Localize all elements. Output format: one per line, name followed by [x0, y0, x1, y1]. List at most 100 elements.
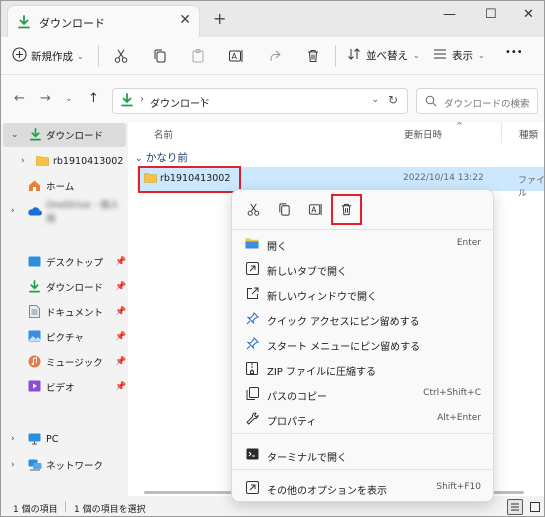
sidebar-item-label: ミュージック — [46, 358, 103, 369]
copy-icon[interactable] — [275, 200, 293, 218]
sidebar-item-desktop[interactable]: デスクトップ 📌 — [1, 250, 128, 274]
chevron-down-icon[interactable]: ⌄ — [371, 95, 379, 105]
picture-icon — [28, 330, 41, 345]
paste-icon[interactable] — [189, 47, 207, 65]
file-date: 2022/10/14 13:22 — [403, 173, 484, 183]
address-bar[interactable]: › ダウンロード › ⌄ ↻ — [112, 88, 408, 114]
menu-item-pin-start[interactable]: スタート メニューにピン留めする — [232, 331, 495, 356]
search-input[interactable]: ダウンロードの検索 — [416, 88, 538, 114]
plus-circle-icon — [12, 47, 27, 65]
zip-icon — [245, 361, 259, 375]
chevron-right-icon[interactable]: › — [11, 460, 15, 470]
pin-icon: 📌 — [115, 257, 127, 267]
context-menu: A 開く Enter 新しいタブで開く 新しいウィンドウで開く クイック アクセ… — [231, 189, 495, 502]
column-header-name[interactable]: 名前 — [154, 127, 173, 149]
pin-icon: 📌 — [115, 332, 127, 342]
minimize-button[interactable]: — — [443, 7, 456, 22]
chevron-right-icon[interactable]: › — [11, 206, 15, 216]
menu-divider — [232, 469, 495, 470]
column-divider[interactable] — [501, 123, 502, 143]
group-header[interactable]: ⌄ かなり前 — [135, 150, 188, 165]
view-button[interactable]: 表示 ⌄ — [433, 47, 485, 64]
cloud-icon — [27, 206, 42, 219]
more-options-button[interactable]: ••• — [505, 47, 523, 58]
selection-count: 1 個の項目を選択 — [74, 505, 146, 515]
new-tab-icon — [245, 261, 259, 275]
menu-item-open-new-window[interactable]: 新しいウィンドウで開く — [232, 281, 495, 306]
chevron-right-icon[interactable]: › — [21, 156, 25, 166]
share-icon[interactable] — [266, 47, 284, 65]
delete-icon[interactable] — [304, 47, 322, 65]
new-button[interactable]: 新規作成 ⌄ — [12, 47, 84, 65]
up-arrow-icon[interactable]: ↑ — [88, 91, 99, 106]
sidebar-item-home[interactable]: ホーム — [1, 174, 128, 198]
folder-icon — [36, 155, 49, 169]
sidebar-item-music[interactable]: ミュージック 📌 — [1, 350, 128, 374]
sidebar-item-rb1910413002[interactable]: › rb1910413002 — [1, 149, 128, 173]
sidebar-item-videos[interactable]: ビデオ 📌 — [1, 375, 128, 399]
tab-downloads[interactable]: ダウンロード ✕ — [7, 5, 200, 37]
pin-icon: 📌 — [115, 357, 127, 367]
copy-icon[interactable] — [151, 47, 169, 65]
sidebar-item-onedrive[interactable]: › OneDrive - 個人用 — [1, 199, 128, 225]
column-header-type[interactable]: 種類 — [519, 127, 538, 149]
menu-item-label: 新しいタブで開く — [267, 267, 347, 278]
menu-item-open[interactable]: 開く Enter — [232, 231, 495, 256]
tab-title: ダウンロード — [39, 17, 105, 30]
maximize-button[interactable]: ☐ — [485, 7, 497, 22]
menu-item-compress-zip[interactable]: ZIP ファイルに圧縮する — [232, 356, 495, 381]
menu-item-label: 開く — [267, 242, 287, 253]
menu-item-label: 新しいウィンドウで開く — [267, 292, 377, 303]
sidebar-item-documents[interactable]: ドキュメント 📌 — [1, 300, 128, 324]
sidebar-item-label: ダウンロード — [46, 283, 104, 294]
recent-locations-chevron-icon[interactable]: ⌄ — [65, 94, 73, 104]
menu-item-label: クイック アクセスにピン留めする — [267, 317, 420, 328]
sidebar-item-downloads[interactable]: ⌄ ダウンロード — [3, 123, 126, 147]
sidebar-item-network[interactable]: › ネットワーク — [1, 453, 128, 477]
sidebar-item-pc[interactable]: › PC — [1, 427, 128, 451]
chevron-right-icon[interactable]: › — [11, 434, 15, 444]
menu-item-open-new-tab[interactable]: 新しいタブで開く — [232, 256, 495, 281]
sidebar-item-label: OneDrive - 個人用 — [46, 200, 120, 225]
chevron-down-icon[interactable]: ⌄ — [11, 130, 19, 140]
new-window-icon — [245, 286, 259, 300]
back-arrow-icon[interactable]: ← — [14, 91, 25, 106]
item-count: 1 個の項目 — [13, 505, 58, 515]
new-tab-button[interactable]: + — [213, 9, 226, 28]
menu-item-copy-path[interactable]: パスのコピー Ctrl+Shift+C — [232, 381, 495, 406]
sidebar-item-label: PC — [46, 433, 59, 445]
chevron-down-icon: ⌄ — [135, 154, 143, 164]
menu-item-more-options[interactable]: その他のオプションを表示 Shift+F10 — [232, 475, 495, 500]
details-view-icon[interactable] — [507, 499, 523, 515]
menu-item-properties[interactable]: プロパティ Alt+Enter — [232, 406, 495, 431]
pc-icon — [28, 433, 41, 448]
navigation-bar: ← → ⌄ ↑ › ダウンロード › ⌄ ↻ ダウンロードの検索 — [1, 75, 544, 123]
sidebar-item-label: ビデオ — [46, 383, 75, 394]
svg-text:A: A — [232, 52, 238, 61]
pin-icon: 📌 — [115, 307, 127, 317]
menu-item-label: ターミナルで開く — [267, 453, 347, 464]
cut-icon[interactable] — [112, 47, 130, 65]
sort-button[interactable]: 並べ替え ⌄ — [347, 47, 420, 64]
highlight-box — [138, 166, 241, 193]
sidebar-item-pictures[interactable]: ピクチャ 📌 — [1, 325, 128, 349]
menu-item-pin-quick-access[interactable]: クイック アクセスにピン留めする — [232, 306, 495, 331]
terminal-icon — [245, 447, 259, 461]
column-header-date[interactable]: 更新日時 — [404, 127, 442, 149]
close-window-button[interactable]: ✕ — [523, 7, 534, 22]
breadcrumb-separator-icon[interactable]: › — [140, 94, 144, 105]
sidebar-item-downloads-pinned[interactable]: ダウンロード 📌 — [1, 275, 128, 299]
cut-icon[interactable] — [244, 200, 262, 218]
rename-icon[interactable]: A — [306, 200, 324, 218]
close-tab-icon[interactable]: ✕ — [179, 12, 191, 28]
shortcut-text: Enter — [456, 238, 481, 248]
menu-item-label: その他のオプションを表示 — [267, 486, 387, 497]
forward-arrow-icon[interactable]: → — [40, 91, 51, 106]
sidebar-item-label: ピクチャ — [46, 333, 84, 344]
menu-item-open-terminal[interactable]: ターミナルで開く — [232, 442, 495, 467]
refresh-icon[interactable]: ↻ — [388, 93, 398, 107]
breadcrumb-separator-icon[interactable]: › — [200, 94, 204, 105]
rename-icon[interactable]: A — [227, 47, 245, 65]
tiles-view-icon[interactable] — [527, 499, 543, 515]
menu-divider — [232, 433, 495, 434]
